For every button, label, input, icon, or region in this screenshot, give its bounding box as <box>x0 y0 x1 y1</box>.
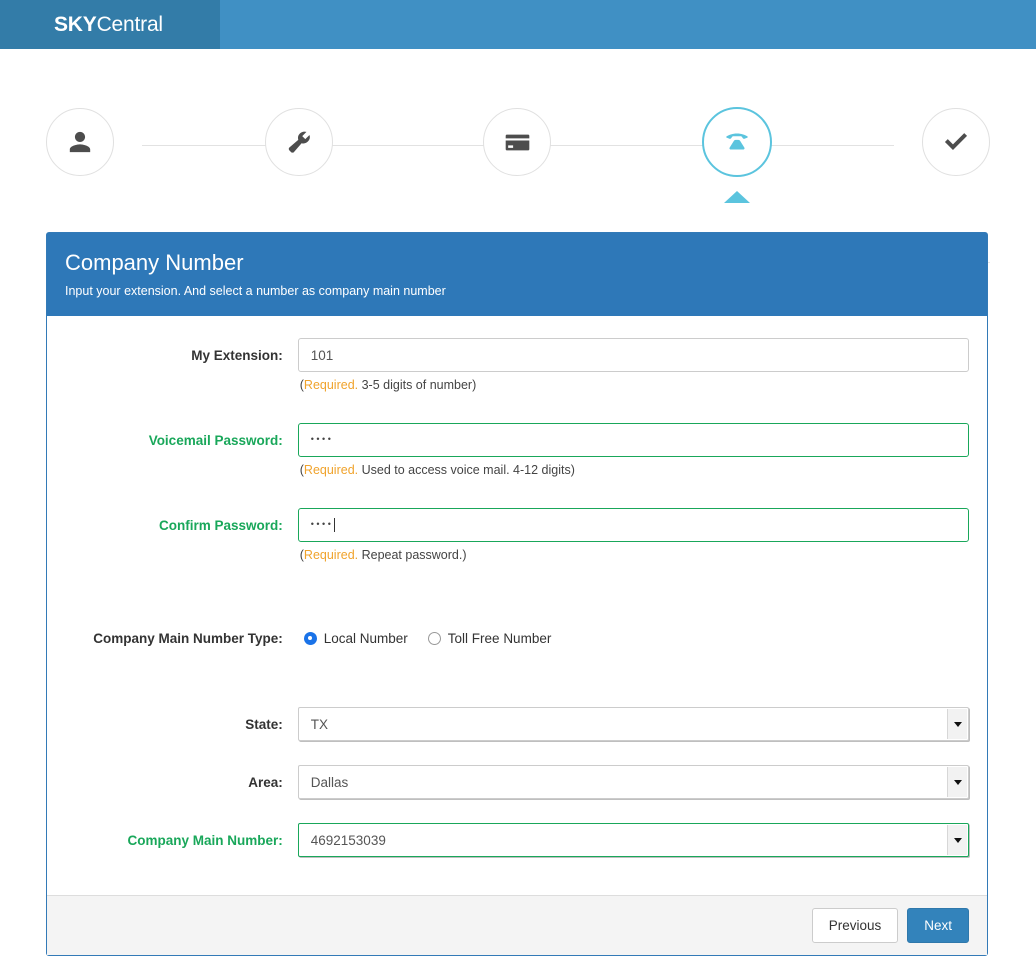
text-caret <box>334 518 336 532</box>
extension-hint-rest: 3-5 digits of number) <box>358 378 477 392</box>
credit-card-icon <box>504 129 531 156</box>
chevron-down-icon[interactable] <box>947 709 967 739</box>
brand-logo[interactable]: SKYCentral <box>0 0 220 49</box>
radio-toll-free-number[interactable]: Toll Free Number <box>427 630 552 646</box>
voicemail-password-hint: (Required. Used to access voice mail. 4-… <box>298 457 969 484</box>
form-row-area: Area: Dallas <box>65 765 969 799</box>
voicemail-hint-rest: Used to access voice mail. 4-12 digits) <box>358 463 575 477</box>
main-number-label: Company Main Number: <box>127 833 283 848</box>
row-spacer-2 <box>65 486 969 508</box>
form-row-extension: My Extension: 101 (Required. 3-5 digits … <box>65 338 969 399</box>
confirm-password-input[interactable]: •••• <box>297 508 969 542</box>
confirm-password-label: Confirm Password: <box>158 518 283 533</box>
active-step-caret <box>723 191 750 203</box>
phone-icon <box>722 127 752 157</box>
state-label: State: <box>245 717 283 732</box>
area-select[interactable]: Dallas <box>297 765 969 799</box>
radio-local-number-indicator[interactable] <box>303 631 317 645</box>
area-select-value: Dallas <box>310 774 349 790</box>
voicemail-password-label: Voicemail Password: <box>148 433 283 448</box>
radio-local-number[interactable]: Local Number <box>303 630 408 646</box>
confirm-hint-rest: Repeat password.) <box>358 548 467 562</box>
row-spacer-6 <box>65 801 969 823</box>
confirm-password-value: •••• <box>310 518 334 529</box>
top-navigation-bar: SKYCentral <box>0 0 1036 49</box>
wizard-stepper <box>0 49 1036 263</box>
extension-input-value: 101 <box>310 347 334 363</box>
extension-hint: (Required. 3-5 digits of number) <box>298 372 969 399</box>
row-spacer-5 <box>65 743 969 765</box>
stepper-step-settings[interactable] <box>264 108 333 176</box>
stepper-step-user[interactable] <box>46 108 114 176</box>
voicemail-password-value: •••• <box>310 433 334 444</box>
radio-toll-free-number-indicator[interactable] <box>427 631 441 645</box>
form-row-number-type: Company Main Number Type: Local Number T… <box>65 621 969 655</box>
row-spacer-7 <box>65 859 969 881</box>
brand-name-light: Central <box>96 12 163 36</box>
stepper-step-phone[interactable] <box>701 107 772 203</box>
number-type-radio-group: Local Number Toll Free Number <box>298 621 969 655</box>
row-spacer-3 <box>65 571 969 621</box>
panel-body: My Extension: 101 (Required. 3-5 digits … <box>47 316 987 895</box>
previous-button[interactable]: Previous <box>811 908 899 943</box>
form-row-main-number: Company Main Number: 4692153039 <box>65 823 969 857</box>
stepper-step-billing[interactable] <box>483 108 551 176</box>
panel-subtitle: Input your extension. And select a numbe… <box>65 284 446 298</box>
panel-header: Company Number Input your extension. And… <box>47 233 987 316</box>
chevron-down-icon[interactable] <box>947 767 967 797</box>
page-title: Company Number <box>65 250 244 275</box>
wrench-icon <box>286 129 312 155</box>
form-row-state: State: TX <box>65 707 969 741</box>
voicemail-password-input[interactable]: •••• <box>297 423 969 457</box>
brand-text: SKYCentral <box>54 13 163 37</box>
row-spacer-1 <box>65 401 969 423</box>
main-number-select[interactable]: 4692153039 <box>297 823 969 857</box>
stepper-step-complete[interactable] <box>922 108 990 176</box>
voicemail-hint-required: Required. <box>303 463 359 477</box>
main-number-select-value: 4692153039 <box>310 832 386 848</box>
user-icon <box>67 129 93 155</box>
row-spacer-4 <box>65 657 969 707</box>
extension-input[interactable]: 101 <box>297 338 969 372</box>
next-button[interactable]: Next <box>907 908 969 943</box>
panel-footer: Previous Next <box>47 895 987 955</box>
state-select[interactable]: TX <box>297 707 969 741</box>
extension-label: My Extension: <box>191 348 283 363</box>
state-select-value: TX <box>310 716 329 732</box>
form-row-confirm-password: Confirm Password: •••• (Required. Repeat… <box>65 508 969 569</box>
form-row-voicemail-password: Voicemail Password: •••• (Required. Used… <box>65 423 969 484</box>
chevron-down-icon[interactable] <box>947 825 967 855</box>
confirm-password-hint: (Required. Repeat password.) <box>298 542 969 569</box>
brand-name-strong: SKY <box>54 12 97 36</box>
area-label: Area: <box>248 775 283 790</box>
radio-toll-free-number-label: Toll Free Number <box>447 630 552 646</box>
check-icon <box>943 129 969 155</box>
extension-hint-required: Required. <box>303 378 359 392</box>
number-type-label: Company Main Number Type: <box>93 631 283 646</box>
radio-local-number-label: Local Number <box>323 630 408 646</box>
company-number-panel: Company Number Input your extension. And… <box>46 232 988 956</box>
confirm-hint-required: Required. <box>303 548 359 562</box>
